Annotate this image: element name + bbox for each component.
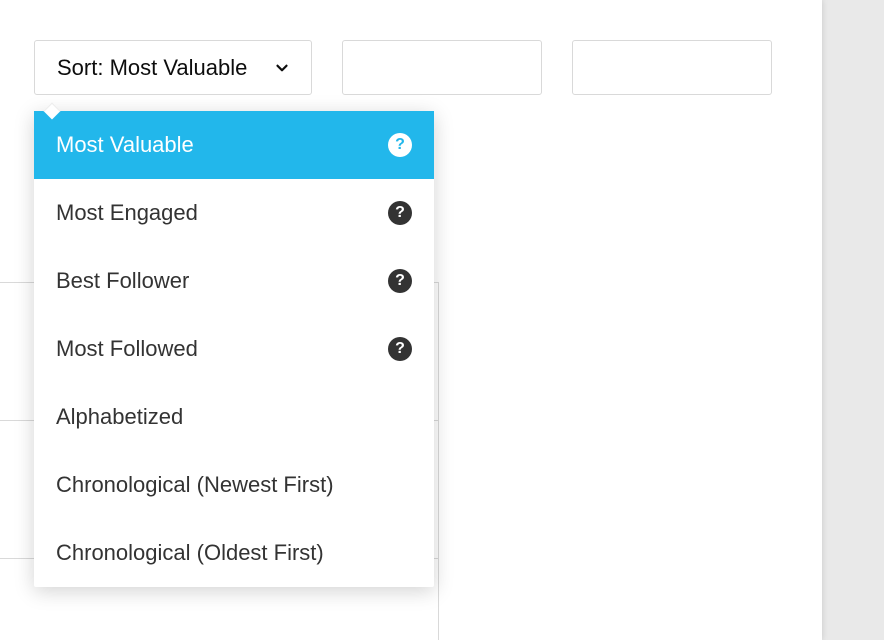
chevron-down-icon [273,59,291,77]
option-label: Most Valuable [56,132,194,158]
toolbar-slot-1[interactable] [342,40,542,95]
help-icon[interactable]: ? [388,269,412,293]
sort-option-most-engaged[interactable]: Most Engaged ? [34,179,434,247]
help-icon[interactable]: ? [388,201,412,225]
sort-option-most-followed[interactable]: Most Followed ? [34,315,434,383]
option-label: Most Engaged [56,200,198,226]
toolbar: Sort: Most Valuable [34,40,772,95]
option-label: Chronological (Oldest First) [56,540,324,566]
toolbar-slot-2[interactable] [572,40,772,95]
option-label: Most Followed [56,336,198,362]
option-label: Alphabetized [56,404,183,430]
main-panel: Sort: Most Valuable Most Valuable ? Most… [0,0,822,640]
sort-button[interactable]: Sort: Most Valuable [34,40,312,95]
sort-option-most-valuable[interactable]: Most Valuable ? [34,111,434,179]
sort-option-chrono-oldest[interactable]: Chronological (Oldest First) [34,519,434,587]
option-label: Best Follower [56,268,189,294]
sort-button-label: Sort: Most Valuable [57,55,247,81]
option-label: Chronological (Newest First) [56,472,334,498]
sort-option-best-follower[interactable]: Best Follower ? [34,247,434,315]
help-icon[interactable]: ? [388,133,412,157]
help-icon[interactable]: ? [388,337,412,361]
sort-option-chrono-newest[interactable]: Chronological (Newest First) [34,451,434,519]
sort-option-alphabetized[interactable]: Alphabetized [34,383,434,451]
sort-dropdown: Most Valuable ? Most Engaged ? Best Foll… [34,111,434,587]
